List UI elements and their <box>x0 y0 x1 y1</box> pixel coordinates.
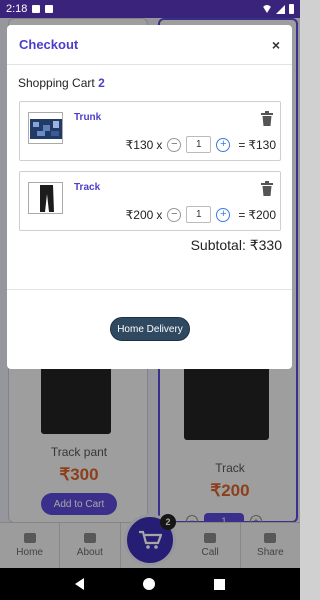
modal-header: Checkout × <box>7 25 292 65</box>
decrement-button[interactable]: − <box>167 137 182 152</box>
trash-icon[interactable] <box>260 111 274 126</box>
divider <box>7 289 292 290</box>
system-nav-bar <box>0 568 300 600</box>
increment-button[interactable]: + <box>216 137 231 152</box>
item-thumbnail <box>28 112 63 144</box>
times-sign: x <box>156 137 163 152</box>
line-total: ₹130 <box>248 137 276 152</box>
checkout-modal: Checkout × Shopping Cart 2 Trunk ₹130 x <box>7 25 292 369</box>
modal-title: Checkout <box>19 37 79 52</box>
item-name: Trunk <box>74 112 102 123</box>
recent-apps-icon[interactable] <box>214 578 226 590</box>
equals-sign: = <box>238 137 246 152</box>
cart-label: Shopping Cart <box>18 76 95 90</box>
home-circle-icon[interactable] <box>142 578 155 590</box>
back-icon[interactable] <box>74 578 84 590</box>
cart-heading: Shopping Cart 2 <box>18 76 105 90</box>
subtotal: Subtotal: ₹330 <box>191 237 282 254</box>
quantity-row: ₹130 x − + = ₹130 <box>126 136 276 153</box>
unit-price: ₹130 <box>125 137 154 152</box>
close-icon[interactable]: × <box>272 37 280 53</box>
item-name: Track <box>74 182 101 193</box>
decrement-button[interactable]: − <box>167 207 182 222</box>
item-thumbnail <box>28 182 63 214</box>
increment-button[interactable]: + <box>216 207 231 222</box>
quantity-input[interactable] <box>186 136 212 153</box>
times-sign: x <box>156 207 163 222</box>
subtotal-value: ₹330 <box>249 237 282 253</box>
subtotal-label: Subtotal: <box>190 237 246 253</box>
sd-card-icon <box>45 5 54 13</box>
unit-price: ₹200 <box>125 207 154 222</box>
notification-icon <box>32 5 41 13</box>
wifi-icon <box>262 5 272 13</box>
quantity-row: ₹200 x − + = ₹200 <box>126 206 276 223</box>
home-delivery-button[interactable]: Home Delivery <box>110 317 190 341</box>
trunk-image <box>30 119 62 139</box>
equals-sign: = <box>238 207 246 222</box>
trash-icon[interactable] <box>260 181 274 196</box>
line-total: ₹200 <box>248 207 276 222</box>
quantity-input[interactable] <box>186 206 212 223</box>
battery-icon <box>289 4 294 14</box>
cart-item: Track ₹200 x − + = ₹200 <box>19 171 281 231</box>
status-time: 2:18 <box>6 3 28 15</box>
signal-icon <box>276 4 285 14</box>
status-bar: 2:18 <box>0 0 300 18</box>
cart-count: 2 <box>98 76 105 90</box>
track-pant-image <box>40 185 54 212</box>
cart-item: Trunk ₹130 x − + = ₹130 <box>19 101 281 161</box>
